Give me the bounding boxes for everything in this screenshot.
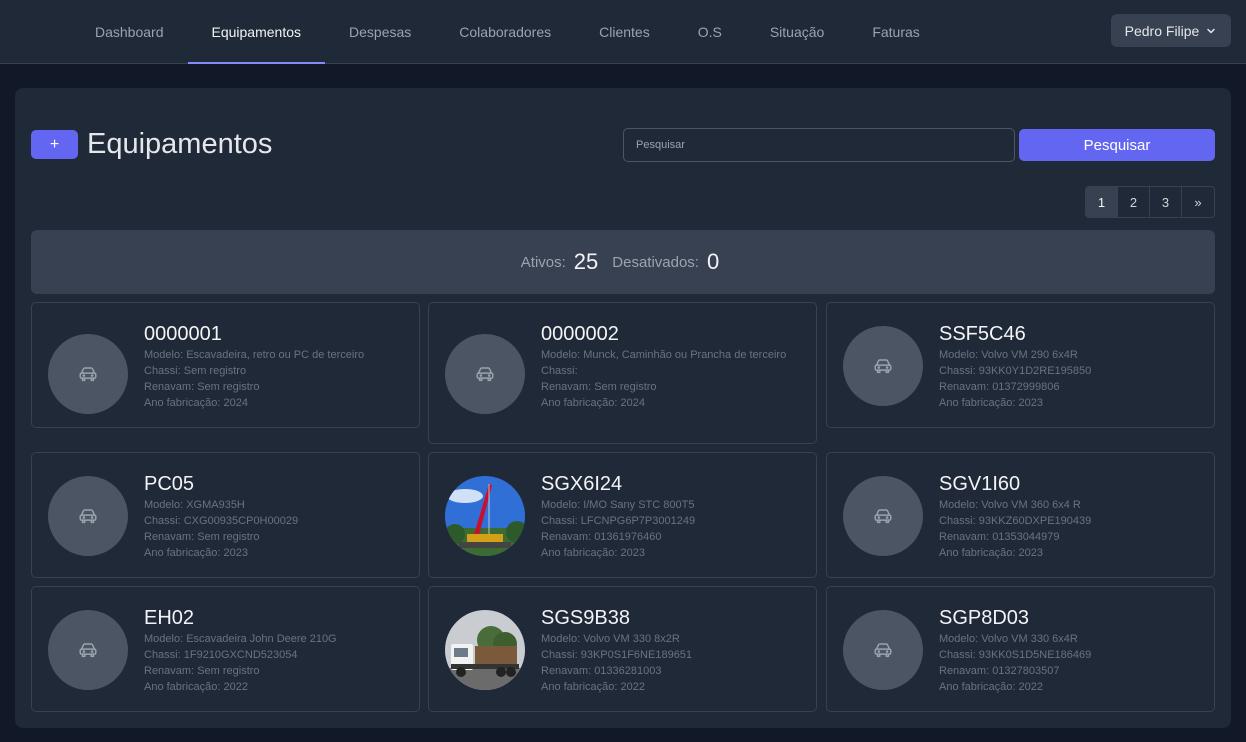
equipment-plate: 0000001 — [144, 323, 222, 345]
equipment-renavam: Renavam: 01361976460 — [541, 531, 662, 543]
page-title: Equipamentos — [87, 128, 273, 160]
equipment-model: Modelo: Munck, Caminhão ou Prancha de te… — [541, 349, 787, 361]
equipment-renavam: Renavam: 01353044979 — [939, 531, 1060, 543]
equipment-info: SGS9B38 Modelo: Volvo VM 330 8x2R Chassi: … — [541, 605, 802, 695]
equipment-renavam: Renavam: 01327803507 — [939, 665, 1060, 677]
equipment-model: Modelo: Volvo VM 290 6x4R — [939, 349, 1078, 361]
car-icon — [48, 610, 128, 690]
car-icon — [445, 334, 525, 414]
equipment-plate: SGP8D03 — [939, 607, 1030, 629]
equipment-model: Modelo: XGMA935H — [144, 499, 245, 511]
car-icon — [48, 476, 128, 556]
equipment-card[interactable]: 0000002 Modelo: Munck, Caminhão ou Pranch… — [428, 302, 817, 444]
equipment-photo — [445, 476, 525, 556]
equipment-year: Ano fabricação: 2023 — [939, 397, 1043, 409]
equipment-chassis: Chassi: Sem registro — [144, 365, 247, 377]
equipment-renavam: Renavam: 01372999806 — [939, 381, 1060, 393]
equipment-info: PC05 Modelo: XGMA935H Chassi: CXG00935CP0H… — [144, 471, 405, 561]
user-menu-button[interactable]: Pedro Filipe — [1111, 14, 1231, 47]
equipment-card[interactable]: 0000001 Modelo: Escavadeira, retro ou PC … — [31, 302, 420, 428]
active-count: 25 — [573, 249, 599, 274]
equipment-model: Modelo: I/MO Sany STC 800T5 — [541, 499, 695, 511]
equipment-year: Ano fabricação: 2023 — [541, 547, 645, 559]
equipment-chassis: Chassi: 1F9210GXCND523054 — [144, 649, 298, 661]
nav-dashboard[interactable]: Dashboard — [71, 0, 188, 63]
equipment-info: 0000002 Modelo: Munck, Caminhão ou Pranch… — [541, 321, 802, 411]
car-icon — [843, 476, 923, 556]
equipment-renavam: Renavam: Sem registro — [541, 381, 657, 393]
equipment-plate: SSF5C46 — [939, 323, 1026, 345]
equipment-chassis: Chassi: 93KK0S1D5NE186469 — [939, 649, 1092, 661]
equipment-chassis: Chassi: LFCNPG6P7P3001249 — [541, 515, 696, 527]
equipment-plate: SGS9B38 — [541, 607, 630, 629]
equipment-model: Modelo: Escavadeira, retro ou PC de terc… — [144, 349, 365, 361]
search-input[interactable] — [623, 128, 1015, 162]
equipment-year: Ano fabricação: 2022 — [144, 681, 248, 693]
equipment-model: Modelo: Volvo VM 330 6x4R — [939, 633, 1078, 645]
equipment-renavam: Renavam: Sem registro — [144, 665, 260, 677]
equipment-info: EH02 Modelo: Escavadeira John Deere 210G C… — [144, 605, 405, 695]
top-navbar: Dashboard Equipamentos Despesas Colabora… — [0, 0, 1246, 64]
inactive-label: Desativados: — [612, 253, 699, 271]
equipment-card[interactable]: SGV1I60 Modelo: Volvo VM 360 6x4 R Chassi:… — [826, 452, 1215, 578]
page-next-button[interactable]: » — [1182, 187, 1214, 217]
nav-faturas[interactable]: Faturas — [848, 0, 943, 63]
add-equipment-button[interactable]: + — [31, 130, 78, 159]
equipment-card[interactable]: EH02 Modelo: Escavadeira John Deere 210G C… — [31, 586, 420, 712]
equipment-info: SGV1I60 Modelo: Volvo VM 360 6x4 R Chassi:… — [939, 471, 1200, 561]
equipment-info: SGP8D03 Modelo: Volvo VM 330 6x4R Chassi: … — [939, 605, 1200, 695]
equipment-info: SSF5C46 Modelo: Volvo VM 290 6x4R Chassi: … — [939, 321, 1200, 411]
equipment-card[interactable]: SGP8D03 Modelo: Volvo VM 330 6x4R Chassi: … — [826, 586, 1215, 712]
search-button[interactable]: Pesquisar — [1019, 129, 1215, 161]
equipment-model: Modelo: Escavadeira John Deere 210G — [144, 633, 337, 645]
equipment-model: Modelo: Volvo VM 360 6x4 R — [939, 499, 1081, 511]
equipment-chassis: Chassi: — [541, 365, 578, 377]
equipment-plate: PC05 — [144, 473, 195, 495]
equipment-card[interactable]: SGX6I24 Modelo: I/MO Sany STC 800T5 Chassi… — [428, 452, 817, 578]
nav-situacao[interactable]: Situação — [746, 0, 848, 63]
equipment-model: Modelo: Volvo VM 330 8x2R — [541, 633, 680, 645]
equipment-plate: SGX6I24 — [541, 473, 623, 495]
equipment-year: Ano fabricação: 2022 — [541, 681, 645, 693]
car-icon — [843, 610, 923, 690]
nav-os[interactable]: O.S — [674, 0, 746, 63]
equipment-card[interactable]: SSF5C46 Modelo: Volvo VM 290 6x4R Chassi: … — [826, 302, 1215, 428]
equipment-year: Ano fabricação: 2023 — [144, 547, 248, 559]
page-2-button[interactable]: 2 — [1118, 187, 1150, 217]
equipment-year: Ano fabricação: 2023 — [939, 547, 1043, 559]
equipment-photo — [445, 610, 525, 690]
equipment-info: 0000001 Modelo: Escavadeira, retro ou PC … — [144, 321, 405, 411]
equipment-year: Ano fabricação: 2024 — [541, 397, 645, 409]
chevron-down-icon — [1207, 28, 1216, 33]
status-summary: Ativos: 25 Desativados: 0 — [31, 230, 1215, 294]
equipment-chassis: Chassi: 93KK0Y1D2RE195850 — [939, 365, 1092, 377]
user-name: Pedro Filipe — [1124, 22, 1200, 39]
equipment-info: SGX6I24 Modelo: I/MO Sany STC 800T5 Chassi… — [541, 471, 802, 561]
equipment-renavam: Renavam: Sem registro — [144, 531, 260, 543]
equipment-renavam: Renavam: Sem registro — [144, 381, 260, 393]
active-label: Ativos: — [520, 253, 566, 271]
nav-equipamentos[interactable]: Equipamentos — [187, 0, 326, 64]
nav-colaboradores[interactable]: Colaboradores — [435, 0, 575, 63]
equipment-chassis: Chassi: CXG00935CP0H00029 — [144, 515, 299, 527]
nav-despesas[interactable]: Despesas — [325, 0, 435, 63]
equipment-plate: SGV1I60 — [939, 473, 1021, 495]
equipment-renavam: Renavam: 01336281003 — [541, 665, 662, 677]
equipment-plate: EH02 — [144, 607, 195, 629]
main-nav: Dashboard Equipamentos Despesas Colabora… — [71, 0, 944, 64]
pagination: 1 2 3 » — [1085, 186, 1215, 218]
nav-clientes[interactable]: Clientes — [575, 0, 674, 63]
car-icon — [48, 334, 128, 414]
page-3-button[interactable]: 3 — [1150, 187, 1182, 217]
equipment-plate: 0000002 — [541, 323, 619, 345]
equipment-year: Ano fabricação: 2022 — [939, 681, 1043, 693]
equipment-chassis: Chassi: 93KKZ60DXPE190439 — [939, 515, 1092, 527]
equipment-year: Ano fabricação: 2024 — [144, 397, 248, 409]
page-1-button[interactable]: 1 — [1086, 187, 1118, 217]
car-icon — [843, 326, 923, 406]
equipment-chassis: Chassi: 93KP0S1F6NE189651 — [541, 649, 693, 661]
equipment-card[interactable]: SGS9B38 Modelo: Volvo VM 330 8x2R Chassi: … — [428, 586, 817, 712]
equipment-card[interactable]: PC05 Modelo: XGMA935H Chassi: CXG00935CP0H… — [31, 452, 420, 578]
inactive-count: 0 — [706, 249, 720, 274]
